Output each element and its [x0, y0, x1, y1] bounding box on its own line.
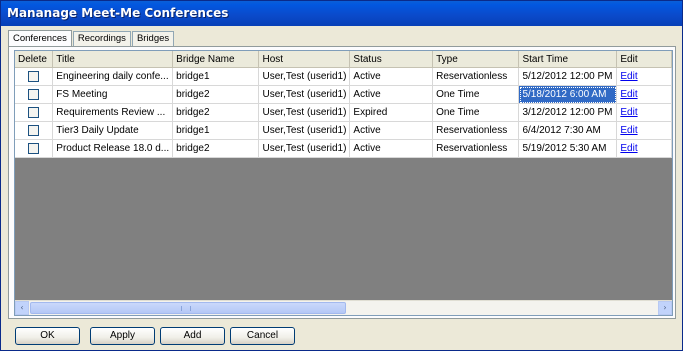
host-cell[interactable]: User,Test (userid1): [258, 139, 351, 158]
title-cell[interactable]: Product Release 18.0 d...: [52, 139, 174, 158]
edit-cell: Edit: [616, 103, 672, 122]
type-cell[interactable]: Reservationless: [432, 139, 520, 158]
delete-checkbox[interactable]: [28, 70, 40, 82]
delete-checkbox[interactable]: [28, 88, 40, 100]
tab-recordings[interactable]: Recordings: [72, 31, 131, 46]
conferences-table: Delete Title Bridge Name Host Status Typ…: [15, 51, 672, 158]
edit-link[interactable]: Edit: [620, 143, 637, 154]
bridge-cell[interactable]: bridge2: [172, 103, 260, 122]
edit-cell: Edit: [616, 139, 672, 158]
start-time-cell[interactable]: 3/12/2012 12:00 PM: [518, 103, 618, 122]
window-title: Mananage Meet-Me Conferences: [7, 6, 229, 20]
delete-cell: [15, 85, 54, 104]
table-row[interactable]: Requirements Review ... bridge2 User,Tes…: [15, 103, 672, 122]
col-header-status[interactable]: Status: [349, 51, 434, 68]
scroll-left-arrow-icon[interactable]: ‹: [15, 301, 29, 315]
table-row[interactable]: Tier3 Daily Update bridge1 User,Test (us…: [15, 121, 672, 140]
tab-strip: Conferences Recordings Bridges: [8, 29, 175, 47]
ok-button[interactable]: OK: [15, 327, 80, 345]
delete-cell: [15, 67, 54, 86]
delete-checkbox[interactable]: [28, 106, 40, 118]
horizontal-scrollbar[interactable]: ‹ ›: [15, 300, 672, 315]
host-cell[interactable]: User,Test (userid1): [258, 121, 351, 140]
col-header-host[interactable]: Host: [258, 51, 351, 68]
col-header-bridge-name[interactable]: Bridge Name: [172, 51, 260, 68]
type-cell[interactable]: Reservationless: [432, 121, 520, 140]
host-cell[interactable]: User,Test (userid1): [258, 67, 351, 86]
thumb-grip-icon: [181, 306, 191, 311]
col-header-delete[interactable]: Delete: [15, 51, 54, 68]
add-button[interactable]: Add: [160, 327, 225, 345]
edit-link[interactable]: Edit: [620, 71, 637, 82]
col-header-edit[interactable]: Edit: [616, 51, 672, 68]
type-cell[interactable]: Reservationless: [432, 67, 520, 86]
scrollbar-thumb[interactable]: [30, 302, 346, 314]
header-row: Delete Title Bridge Name Host Status Typ…: [15, 51, 672, 68]
start-time-cell[interactable]: 5/19/2012 5:30 AM: [518, 139, 618, 158]
type-cell[interactable]: One Time: [432, 103, 520, 122]
start-time-cell[interactable]: 5/12/2012 12:00 PM: [518, 67, 618, 86]
bridge-cell[interactable]: bridge1: [172, 121, 260, 140]
delete-cell: [15, 121, 54, 140]
scroll-right-arrow-icon[interactable]: ›: [658, 301, 672, 315]
table-row[interactable]: Engineering daily confe... bridge1 User,…: [15, 67, 672, 86]
conferences-grid: Delete Title Bridge Name Host Status Typ…: [14, 50, 673, 316]
start-time-cell[interactable]: 6/4/2012 7:30 AM: [518, 121, 618, 140]
bridge-cell[interactable]: bridge2: [172, 85, 260, 104]
status-cell[interactable]: Active: [349, 121, 434, 140]
status-cell[interactable]: Active: [349, 67, 434, 86]
delete-cell: [15, 139, 54, 158]
title-cell[interactable]: Engineering daily confe...: [52, 67, 174, 86]
edit-link[interactable]: Edit: [620, 125, 637, 136]
status-cell[interactable]: Active: [349, 139, 434, 158]
apply-button[interactable]: Apply: [90, 327, 155, 345]
edit-link[interactable]: Edit: [620, 107, 637, 118]
edit-link[interactable]: Edit: [620, 89, 637, 100]
title-cell[interactable]: Requirements Review ...: [52, 103, 174, 122]
cancel-button[interactable]: Cancel: [230, 327, 295, 345]
manage-conferences-window: Mananage Meet-Me Conferences Conferences…: [0, 0, 683, 351]
edit-cell: Edit: [616, 67, 672, 86]
edit-cell: Edit: [616, 121, 672, 140]
host-cell[interactable]: User,Test (userid1): [258, 103, 351, 122]
col-header-title[interactable]: Title: [52, 51, 174, 68]
title-bar[interactable]: Mananage Meet-Me Conferences: [1, 1, 682, 26]
table-row[interactable]: FS Meeting bridge2 User,Test (userid1) A…: [15, 85, 672, 104]
title-cell[interactable]: Tier3 Daily Update: [52, 121, 174, 140]
status-cell[interactable]: Active: [349, 85, 434, 104]
tab-conferences[interactable]: Conferences: [8, 30, 72, 47]
bridge-cell[interactable]: bridge1: [172, 67, 260, 86]
delete-checkbox[interactable]: [28, 142, 40, 154]
status-cell[interactable]: Expired: [349, 103, 434, 122]
col-header-start-time[interactable]: Start Time: [518, 51, 618, 68]
type-cell[interactable]: One Time: [432, 85, 520, 104]
start-time-cell-selected[interactable]: 5/18/2012 6:00 AM: [518, 85, 618, 104]
host-cell[interactable]: User,Test (userid1): [258, 85, 351, 104]
conferences-panel: Delete Title Bridge Name Host Status Typ…: [8, 46, 676, 319]
table-row[interactable]: Product Release 18.0 d... bridge2 User,T…: [15, 139, 672, 158]
col-header-type[interactable]: Type: [432, 51, 520, 68]
tab-bridges[interactable]: Bridges: [131, 31, 175, 46]
bridge-cell[interactable]: bridge2: [172, 139, 260, 158]
title-cell[interactable]: FS Meeting: [52, 85, 174, 104]
delete-checkbox[interactable]: [28, 124, 40, 136]
delete-cell: [15, 103, 54, 122]
edit-cell: Edit: [616, 85, 672, 104]
